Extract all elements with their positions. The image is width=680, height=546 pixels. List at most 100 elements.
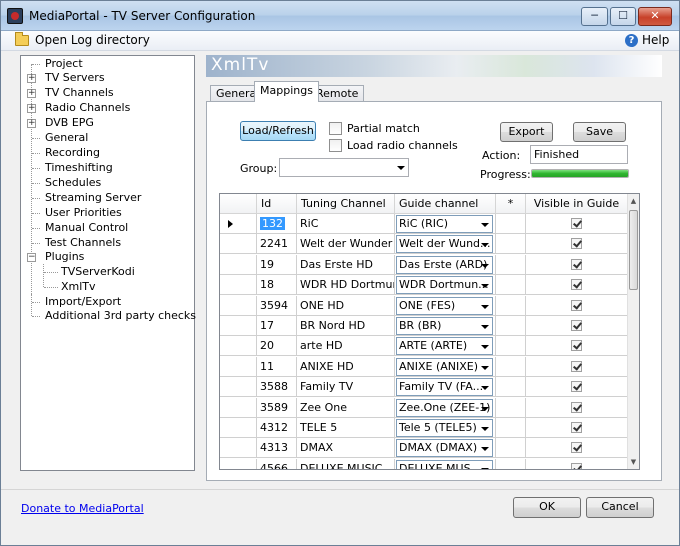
scroll-up-icon[interactable]: ▲	[628, 194, 639, 208]
guide-channel-combobox[interactable]: WDR Dortmun...	[396, 276, 493, 295]
star-cell[interactable]	[496, 397, 526, 418]
visible-in-guide-checkbox[interactable]	[571, 238, 582, 250]
table-row[interactable]: 4312 TELE 5 Tele 5 (TELE5)	[220, 418, 628, 438]
expand-icon[interactable]: +	[27, 104, 36, 113]
table-row[interactable]: 3594 ONE HD ONE (FES)	[220, 295, 628, 316]
folder-icon[interactable]	[15, 32, 29, 46]
row-header[interactable]	[220, 336, 257, 357]
star-cell[interactable]	[496, 254, 526, 275]
guide-channel-combobox[interactable]: Tele 5 (TELE5)	[396, 419, 493, 437]
table-row[interactable]: 19 Das Erste HD Das Erste (ARD)	[220, 254, 628, 275]
guide-channel-combobox[interactable]: ARTE (ARTE)	[396, 337, 493, 356]
table-row[interactable]: 17 BR Nord HD BR (BR)	[220, 316, 628, 336]
visible-in-guide-checkbox[interactable]	[571, 299, 582, 311]
visible-in-guide-checkbox[interactable]	[571, 401, 582, 413]
tree-item-dvb-epg[interactable]: DVB EPG	[45, 116, 94, 130]
row-header[interactable]	[220, 377, 257, 398]
table-row[interactable]: 2241 Welt der Wunder Welt der Wund...	[220, 234, 628, 255]
tree-item-manual-control[interactable]: Manual Control	[45, 221, 128, 235]
tuning-channel-cell[interactable]: ONE HD	[297, 295, 395, 316]
visible-in-guide-checkbox[interactable]	[571, 381, 582, 393]
star-cell[interactable]	[496, 458, 526, 469]
navigation-tree[interactable]: Project + TV Servers + TV Channels + Rad…	[20, 55, 196, 471]
table-row[interactable]: 4566 DELUXE MUSIC DELUXE MUS...	[220, 458, 628, 469]
star-cell[interactable]	[496, 316, 526, 336]
star-cell[interactable]	[496, 336, 526, 357]
tree-item-tv-channels[interactable]: TV Channels	[45, 86, 114, 100]
tree-item-tvserverkodi[interactable]: TVServerKodi	[61, 265, 135, 279]
tree-item-import-export[interactable]: Import/Export	[45, 295, 121, 309]
row-header[interactable]	[220, 458, 257, 469]
table-row[interactable]: 18 WDR HD Dortmund WDR Dortmun...	[220, 275, 628, 296]
group-combobox[interactable]	[279, 158, 409, 177]
visible-in-guide-checkbox[interactable]	[571, 360, 582, 372]
id-cell[interactable]: 2241	[257, 234, 297, 255]
expand-icon[interactable]: +	[27, 89, 36, 98]
star-cell[interactable]	[496, 356, 526, 377]
id-cell[interactable]: 19	[257, 254, 297, 275]
expand-icon[interactable]: +	[27, 119, 36, 128]
tree-item-project[interactable]: Project	[45, 57, 83, 71]
cancel-button[interactable]: Cancel	[586, 497, 654, 518]
save-button[interactable]: Save	[573, 122, 626, 142]
guide-channel-combobox[interactable]: Das Erste (ARD)	[396, 255, 493, 274]
table-row[interactable]: 4313 DMAX DMAX (DMAX)	[220, 438, 628, 459]
guide-channel-combobox[interactable]: Welt der Wund...	[396, 235, 493, 254]
row-header[interactable]	[220, 214, 257, 234]
help-icon[interactable]: ?	[625, 34, 638, 47]
scroll-down-icon[interactable]: ▼	[628, 455, 639, 469]
visible-in-guide-checkbox[interactable]	[571, 218, 582, 229]
tuning-channel-cell[interactable]: DELUXE MUSIC	[297, 458, 395, 469]
tree-item-xmltv[interactable]: XmlTv	[61, 280, 96, 294]
action-field[interactable]: Finished	[530, 145, 628, 164]
guide-channel-combobox[interactable]: DMAX (DMAX)	[396, 439, 493, 458]
star-cell[interactable]	[496, 377, 526, 398]
partial-match-checkbox[interactable]	[329, 122, 342, 135]
mappings-grid[interactable]: Id Tuning Channel Guide channel * Visibl…	[219, 193, 640, 470]
row-header[interactable]	[220, 316, 257, 336]
row-header[interactable]	[220, 254, 257, 275]
row-header[interactable]	[220, 356, 257, 377]
tuning-channel-cell[interactable]: Family TV	[297, 377, 395, 398]
minimize-button[interactable]: ─	[581, 7, 608, 26]
id-cell[interactable]: 11	[257, 356, 297, 377]
table-row[interactable]: 132 RiC RiC (RIC)	[220, 214, 628, 234]
star-cell[interactable]	[496, 295, 526, 316]
star-cell[interactable]	[496, 234, 526, 255]
visible-in-guide-checkbox[interactable]	[571, 422, 582, 433]
tree-item-streaming-server[interactable]: Streaming Server	[45, 191, 141, 205]
help-button[interactable]: Help	[642, 33, 669, 47]
tree-item-plugins[interactable]: Plugins	[45, 250, 84, 264]
tuning-channel-cell[interactable]: BR Nord HD	[297, 316, 395, 336]
tuning-channel-cell[interactable]: arte HD	[297, 336, 395, 357]
guide-channel-combobox[interactable]: ONE (FES)	[396, 296, 493, 315]
expand-icon[interactable]: +	[27, 74, 36, 83]
tuning-channel-cell[interactable]: Das Erste HD	[297, 254, 395, 275]
id-cell[interactable]: 20	[257, 336, 297, 357]
visible-in-guide-checkbox[interactable]	[571, 279, 582, 291]
row-header[interactable]	[220, 438, 257, 459]
tree-item-schedules[interactable]: Schedules	[45, 176, 101, 190]
id-cell[interactable]: 4566	[257, 458, 297, 469]
id-cell[interactable]: 3588	[257, 377, 297, 398]
tuning-channel-cell[interactable]: ANIXE HD	[297, 356, 395, 377]
donate-link[interactable]: Donate to MediaPortal	[21, 502, 144, 515]
tree-item-additional-checks[interactable]: Additional 3rd party checks	[45, 309, 196, 323]
id-cell[interactable]: 18	[257, 275, 297, 296]
tuning-channel-cell[interactable]: DMAX	[297, 438, 395, 459]
tuning-channel-cell[interactable]: Welt der Wunder	[297, 234, 395, 255]
tuning-channel-cell[interactable]: RiC	[297, 214, 395, 234]
star-cell[interactable]	[496, 214, 526, 234]
column-header-tuning-channel[interactable]: Tuning Channel	[297, 194, 395, 214]
tab-mappings[interactable]: Mappings	[254, 81, 319, 102]
guide-channel-combobox[interactable]: Zee.One (ZEE-1)	[396, 398, 493, 417]
visible-in-guide-checkbox[interactable]	[571, 442, 582, 454]
column-header-guide-channel[interactable]: Guide channel	[395, 194, 496, 214]
row-header[interactable]	[220, 275, 257, 296]
guide-channel-combobox[interactable]: Family TV (FA...	[396, 378, 493, 397]
load-radio-channels-checkbox[interactable]	[329, 139, 342, 152]
star-cell[interactable]	[496, 438, 526, 459]
tree-item-radio-channels[interactable]: Radio Channels	[45, 101, 130, 115]
tuning-channel-cell[interactable]: TELE 5	[297, 418, 395, 438]
tree-item-timeshifting[interactable]: Timeshifting	[45, 161, 113, 175]
